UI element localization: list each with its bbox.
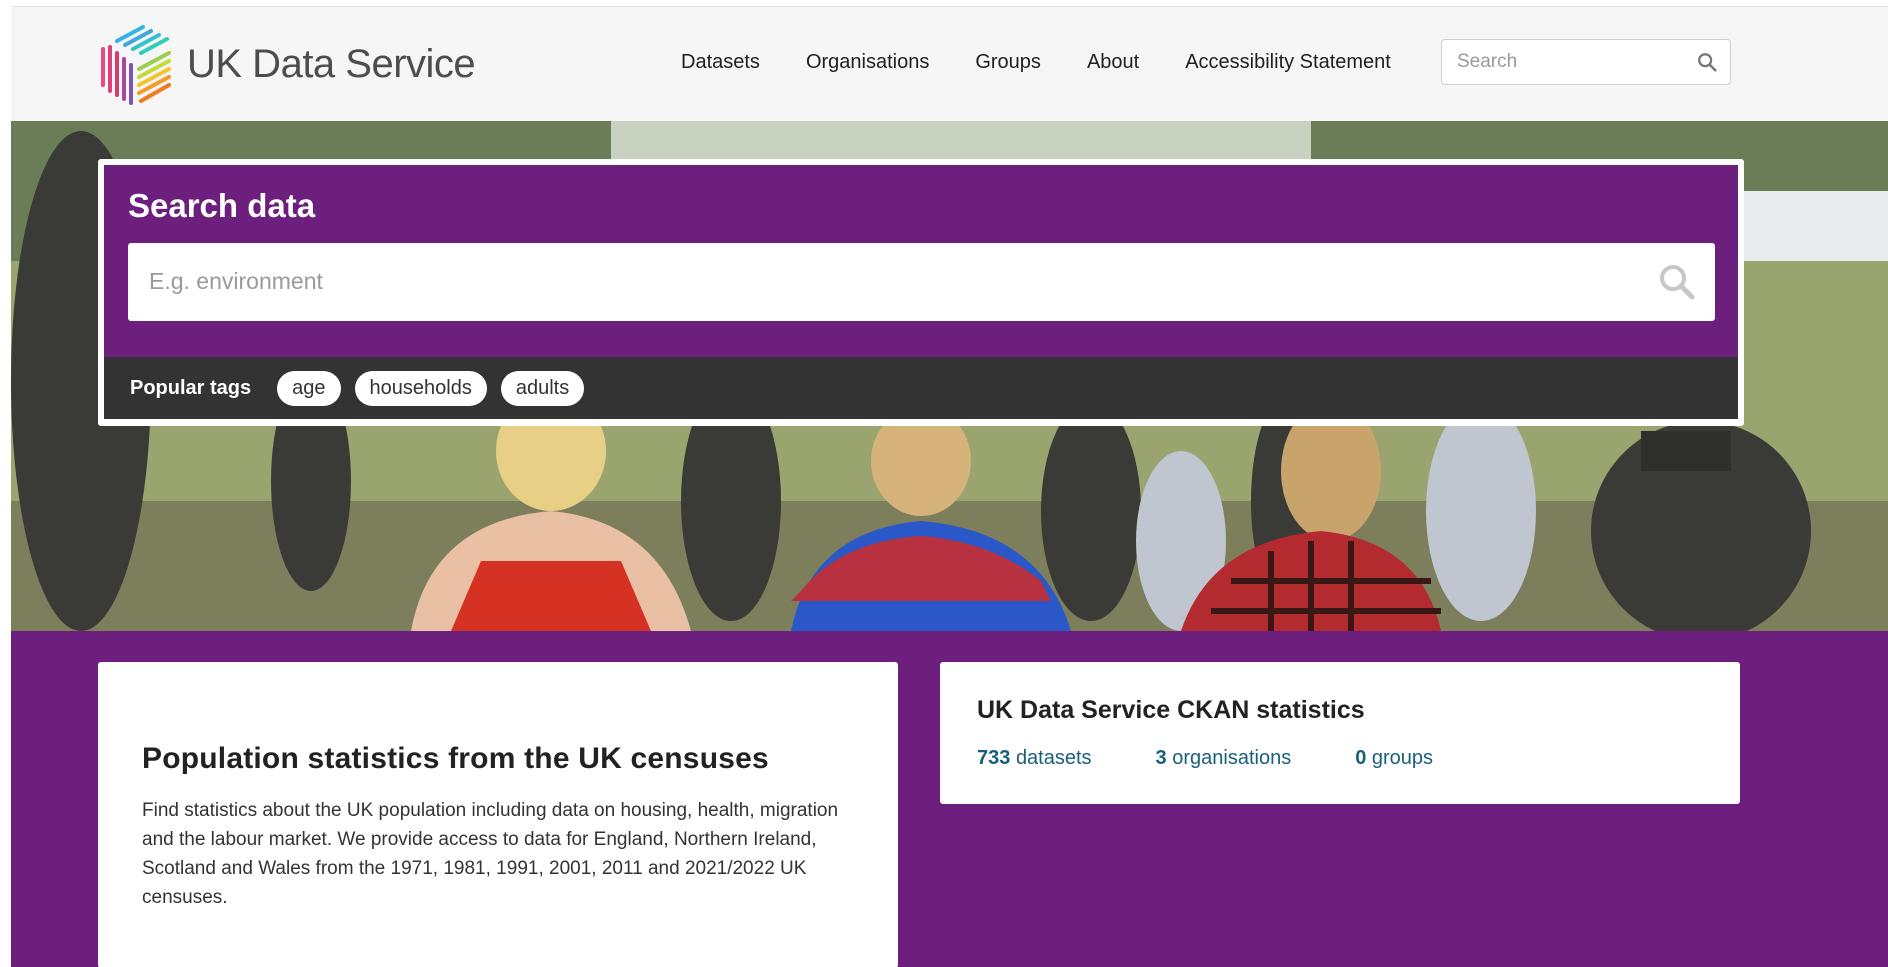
census-card-title: Population statistics from the UK census… xyxy=(142,742,769,775)
ckan-statistics-title: UK Data Service CKAN statistics xyxy=(977,696,1365,724)
search-panel-body: Search data xyxy=(104,165,1738,357)
nav-about[interactable]: About xyxy=(1087,51,1139,74)
datasets-count: 733 xyxy=(977,747,1011,769)
nav-groups[interactable]: Groups xyxy=(975,51,1041,74)
hero-banner: Search data Popular tags age households … xyxy=(11,121,1888,631)
organisations-stat-link[interactable]: 3 organisations xyxy=(1156,747,1292,770)
organisations-count: 3 xyxy=(1155,747,1167,769)
search-icon[interactable] xyxy=(1696,51,1718,73)
dataset-search-field xyxy=(128,243,1715,321)
dataset-search-panel: Search data Popular tags age households … xyxy=(98,159,1744,426)
groups-count: 0 xyxy=(1355,747,1367,769)
dataset-search-input[interactable] xyxy=(128,243,1628,319)
popular-tags-bar: Popular tags age households adults xyxy=(104,357,1738,419)
statistics-list: 733 datasets 3 organisations 0 groups xyxy=(977,747,1703,770)
masthead: UK Data Service Datasets Organisations G… xyxy=(11,7,1888,121)
datasets-label: datasets xyxy=(1015,747,1092,769)
census-card-description: Find statistics about the UK population … xyxy=(142,800,839,908)
header-search-input[interactable] xyxy=(1442,40,1672,84)
nav-datasets[interactable]: Datasets xyxy=(681,51,760,74)
groups-stat-link[interactable]: 0 groups xyxy=(1355,747,1433,770)
tag-households[interactable]: households xyxy=(354,370,487,406)
uk-data-service-logo-icon xyxy=(101,25,171,105)
header-search xyxy=(1441,39,1731,85)
tag-age[interactable]: age xyxy=(277,370,341,406)
nav-accessibility-statement[interactable]: Accessibility Statement xyxy=(1185,51,1391,74)
popular-tags-label: Popular tags xyxy=(130,376,252,399)
logo-text: UK Data Service xyxy=(187,41,476,86)
homepage-content: Population statistics from the UK census… xyxy=(11,631,1888,967)
site-logo-link[interactable]: UK Data Service xyxy=(97,19,476,109)
main-nav: Datasets Organisations Groups About Acce… xyxy=(681,51,1437,74)
datasets-stat-link[interactable]: 733 datasets xyxy=(977,747,1092,770)
ckan-statistics-card: UK Data Service CKAN statistics 733 data… xyxy=(940,662,1740,804)
nav-organisations[interactable]: Organisations xyxy=(806,51,929,74)
census-card: Population statistics from the UK census… xyxy=(98,662,898,967)
page: UK Data Service Datasets Organisations G… xyxy=(11,6,1888,967)
groups-label: groups xyxy=(1371,747,1434,769)
organisations-label: organisations xyxy=(1172,747,1292,769)
tag-adults[interactable]: adults xyxy=(500,370,585,406)
search-icon[interactable] xyxy=(1657,262,1697,302)
search-title: Search data xyxy=(128,187,316,224)
